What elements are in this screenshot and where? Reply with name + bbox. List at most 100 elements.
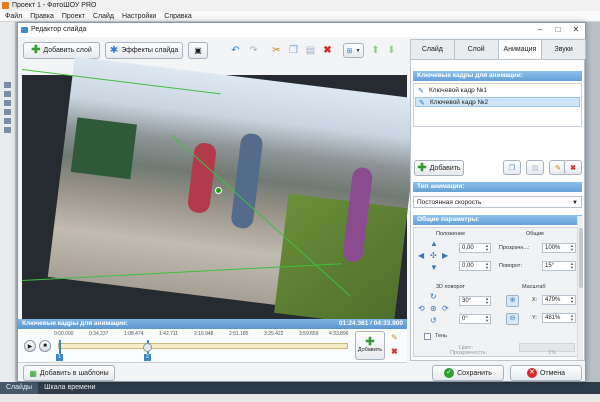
spinner-icon[interactable]: ▲ ▼ [570, 314, 574, 322]
scale-y-input[interactable]: 481% ▲ ▼ [542, 313, 576, 323]
cancel-button[interactable]: ✕ Отмена [510, 365, 582, 381]
keyframe-marker[interactable] [59, 340, 61, 354]
time-tick: 1:08.474 [124, 331, 144, 337]
add-keyframe-panel-button[interactable]: ✚ Добавить [414, 160, 464, 176]
tab-slides[interactable]: Слайды [0, 382, 39, 394]
menu-file[interactable]: Файл [5, 11, 22, 21]
tool-icon[interactable] [4, 118, 11, 124]
move-down-icon[interactable]: ⬇ [384, 43, 399, 58]
zoom-x-icon[interactable]: ⊕ [506, 295, 519, 307]
pos-x-input[interactable]: 0,00 ▲ ▼ [459, 243, 491, 253]
delete-icon[interactable]: ✖ [320, 43, 335, 58]
align-dropdown[interactable]: ⊞ ▼ [343, 43, 364, 58]
tab-slide[interactable]: Слайд [410, 39, 455, 59]
chevron-down-icon: ▼ [572, 200, 578, 206]
zoom-y-icon[interactable]: ⊖ [506, 313, 519, 325]
arrow-down-icon[interactable]: ▼ [430, 263, 438, 272]
redo-icon[interactable]: ↷ [246, 43, 261, 58]
tab-layer[interactable]: Слой [453, 39, 499, 59]
menu-edit[interactable]: Правка [30, 11, 54, 21]
animation-panel: Ключевые кадры для анимации: ✎ Ключевой … [410, 59, 585, 361]
add-keyframe-button[interactable]: ✚ Добавить [355, 331, 385, 360]
chevron-down-icon: ▼ [355, 47, 361, 54]
minimize-icon[interactable]: – [531, 23, 549, 37]
tool-icon[interactable] [4, 91, 11, 97]
keyframe-item[interactable]: ✎ Ключевой кадр №2 [415, 97, 580, 107]
arrow-up-icon[interactable]: ▲ [430, 239, 438, 248]
close-icon[interactable]: ✕ [567, 23, 585, 37]
paste-keyframe-button[interactable]: ▤ [526, 160, 544, 175]
play-button[interactable]: ▶ [24, 340, 36, 352]
scale-x-input[interactable]: 479% ▲ ▼ [542, 295, 576, 305]
tool-icon[interactable] [4, 109, 11, 115]
move-up-icon[interactable]: ⬆ [368, 43, 383, 58]
play-icon: ▶ [27, 343, 33, 350]
edit-icon[interactable]: ✎ [391, 333, 398, 342]
copy-keyframe-button[interactable]: ❐ [503, 160, 521, 175]
keyframe-item[interactable]: ✎ Ключевой кадр №1 [415, 86, 580, 96]
delete-keyframe-icon[interactable]: ✖ [391, 347, 398, 356]
dialog-title: Редактор слайда [31, 26, 87, 33]
scale-y-label: Y: [532, 315, 537, 321]
menu-slide[interactable]: Слайд [93, 11, 114, 21]
menu-project[interactable]: Проект [62, 11, 85, 21]
copy-icon[interactable]: ❐ [286, 43, 301, 58]
app-logo-icon [2, 2, 9, 9]
arrow-left-icon[interactable]: ◀ [418, 251, 424, 260]
rotate-3d-right-icon[interactable]: ⟳ [442, 304, 449, 313]
spinner-icon[interactable]: ▲ ▼ [570, 296, 574, 304]
anim-type-select[interactable]: Постоянная скорость ▼ [413, 196, 582, 208]
scrollbar-thumb[interactable] [579, 228, 583, 288]
params-area: Положение Общие ▲ ◀ ✣ ▶ ▼ 0,00 ▲ ▼ 0,00 ▲ ▼ … [413, 227, 582, 357]
save-button[interactable]: ✓ Сохранить [432, 365, 504, 381]
spinner-icon[interactable]: ▲ ▼ [485, 297, 489, 305]
plus-icon: ✚ [417, 161, 427, 174]
paste-icon[interactable]: ▤ [303, 43, 318, 58]
rotate-3d-left-icon[interactable]: ⟲ [418, 304, 425, 313]
tool-icon[interactable] [4, 82, 11, 88]
maximize-icon[interactable]: □ [549, 23, 567, 37]
keyframe-marker-label[interactable]: 2 [144, 354, 151, 361]
rotate-3d-down-icon[interactable]: ↺ [430, 316, 437, 325]
screenshot-button[interactable]: ▣ [188, 42, 208, 59]
playhead[interactable] [143, 343, 152, 352]
arrow-right-icon[interactable]: ▶ [442, 251, 448, 260]
opacity-input[interactable]: 100% ▲ ▼ [542, 243, 576, 253]
menu-help[interactable]: Справка [164, 11, 191, 21]
add-to-templates-button[interactable]: ▦ Добавить в шаблоны [23, 365, 115, 381]
stop-button[interactable]: ■ [39, 340, 51, 352]
spinner-icon[interactable]: ▲ ▼ [485, 262, 489, 270]
spinner-icon[interactable]: ▲ ▼ [485, 244, 489, 252]
rotate-3d-center-icon[interactable]: ⊛ [430, 304, 437, 313]
keyframe-icon: ✎ [418, 88, 424, 95]
cut-icon[interactable]: ✂ [269, 43, 284, 58]
undo-icon[interactable]: ↶ [228, 43, 243, 58]
add-layer-button[interactable]: ✚ Добавить слой [23, 42, 100, 59]
slide-effects-button[interactable]: ✱ Эффекты слайда [105, 42, 183, 59]
tab-animation[interactable]: Анимация [497, 39, 543, 59]
spinner-icon[interactable]: ▲ ▼ [485, 315, 489, 323]
tool-icon[interactable] [4, 100, 11, 106]
color-picker[interactable] [519, 343, 575, 352]
rotate-3d-up-icon[interactable]: ↻ [430, 292, 437, 301]
tool-icon[interactable] [4, 127, 11, 133]
keyframe-marker-label[interactable]: 1 [56, 354, 63, 361]
params-scrollbar[interactable] [577, 216, 583, 360]
tab-timeline[interactable]: Шкала времени [38, 382, 101, 394]
tab-sounds[interactable]: Звуки [541, 39, 586, 59]
delete-icon: ✖ [570, 164, 576, 172]
timeline-track[interactable] [58, 343, 348, 349]
spinner-icon[interactable]: ▲ ▼ [570, 262, 574, 270]
spinner-icon[interactable]: ▲ ▼ [570, 244, 574, 252]
rotate-input[interactable]: 15° ▲ ▼ [542, 261, 576, 271]
center-icon[interactable]: ✣ [430, 251, 437, 260]
rot3d-b-input[interactable]: 0° ▲ ▼ [459, 314, 491, 324]
delete-keyframe-button[interactable]: ✖ [564, 160, 582, 175]
shadow-checkbox[interactable] [424, 333, 431, 340]
slide-photo[interactable] [47, 56, 422, 328]
anchor-handle[interactable] [215, 187, 222, 194]
menu-settings[interactable]: Настройки [122, 11, 156, 21]
rot3d-a-input[interactable]: 30° ▲ ▼ [459, 296, 491, 306]
pos-y-input[interactable]: 0,00 ▲ ▼ [459, 261, 491, 271]
slide-canvas[interactable] [21, 56, 422, 328]
